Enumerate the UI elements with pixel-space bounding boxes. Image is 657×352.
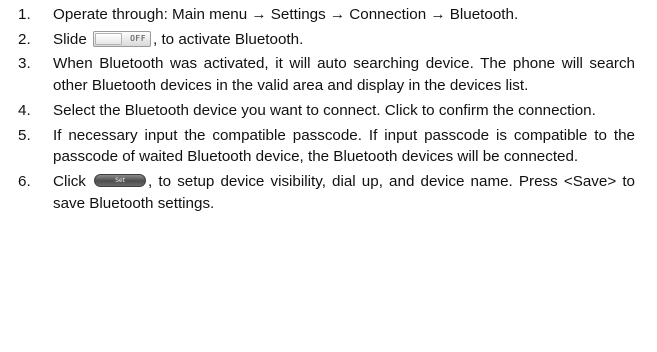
step-number: 3. [18,55,31,73]
step-number: 1. [18,6,31,23]
bluetooth-steps-list: 1. Operate through: Main menu → Settings… [0,4,657,217]
step-1: 1. Operate through: Main menu → Settings… [0,4,657,26]
step-text: Operate through: Main menu → Settings → … [53,6,519,23]
step-text-before: Slide [53,30,87,48]
step-4: 4. Select the Bluetooth device you want … [0,100,657,122]
set-button-label: Set [115,176,125,184]
set-button[interactable]: Set [94,173,147,187]
step-text: When Bluetooth was activated, it will au… [53,55,635,95]
step-number: 2. [18,30,31,48]
step-3: 3. When Bluetooth was activated, it will… [0,53,657,96]
step-number: 6. [18,172,31,190]
step-number: 4. [18,101,31,119]
step-5: 5. If necessary input the compatible pas… [0,125,657,168]
step-number: 5. [18,126,31,144]
step-text-before: Click [53,172,86,190]
toggle-label: OFF [130,33,147,43]
toggle-knob [95,32,123,45]
step-2: 2. Slide OFF , to activate Bluetooth. [0,29,657,51]
step-text: If necessary input the compatible passco… [53,126,635,166]
step-text-after: , to activate Bluetooth. [153,30,304,48]
bluetooth-off-toggle[interactable]: OFF [93,30,152,47]
step-6: 6. Click Set , to setup device visibilit… [0,171,657,214]
step-text: Select the Bluetooth device you want to … [53,101,596,119]
